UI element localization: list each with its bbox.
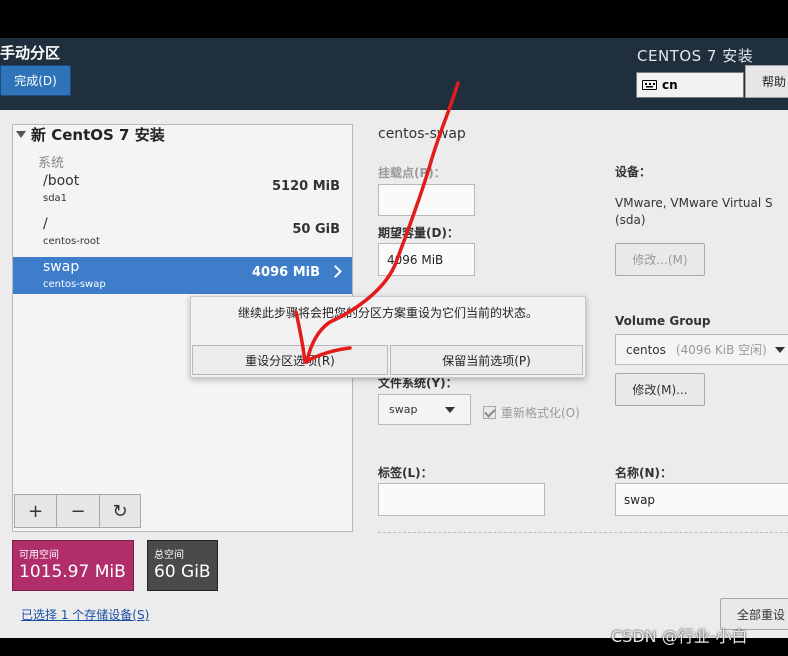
- checkbox-checked-icon: [483, 406, 496, 419]
- total-space-value: 60 GiB: [154, 562, 211, 582]
- partition-size: 50 GiB: [292, 222, 340, 237]
- product-title: CENTOS 7 安装: [637, 47, 754, 65]
- partition-size: 5120 MiB: [271, 179, 340, 194]
- chevron-down-icon: [774, 346, 785, 353]
- partition-size: 4096 MiB: [251, 265, 320, 280]
- partition-device: centos-root: [43, 236, 100, 247]
- keyboard-icon: [642, 80, 657, 90]
- volume-group-label: Volume Group: [615, 314, 711, 328]
- reformat-checkbox[interactable]: 重新格式化(O): [483, 404, 580, 421]
- partition-row-root[interactable]: / centos-root 50 GiB: [13, 214, 352, 254]
- partition-device: centos-swap: [43, 279, 106, 290]
- reset-confirm-dialog: 继续此步骤将会把您的分区方案重设为它们当前的状态。 重设分区选项(R) 保留当前…: [190, 296, 586, 378]
- available-space-box: 可用空间 1015.97 MiB: [12, 540, 134, 591]
- keep-current-button[interactable]: 保留当前选项(P): [390, 345, 583, 375]
- device-label: 设备：: [615, 165, 652, 179]
- name-input[interactable]: swap: [615, 483, 788, 516]
- system-group-label: 系统: [38, 156, 65, 171]
- device-value-line: VMware, VMware Virtual S: [615, 196, 773, 210]
- available-space-label: 可用空间: [19, 550, 59, 561]
- refresh-button[interactable]: ↻: [100, 494, 141, 528]
- chevron-right-icon: [329, 265, 342, 278]
- partition-row-swap[interactable]: swap centos-swap 4096 MiB: [13, 257, 352, 294]
- modify-volume-group-button[interactable]: 修改(M)...: [615, 373, 705, 406]
- filesystem-select[interactable]: swap: [378, 394, 471, 425]
- volume-group-free: (4096 KiB 空闲): [675, 343, 767, 357]
- reset-partitions-button[interactable]: 重设分区选项(R): [192, 345, 388, 375]
- volume-group-name: centos: [626, 342, 666, 357]
- partition-row-boot[interactable]: /boot sda1 5120 MiB: [13, 171, 352, 211]
- label-input[interactable]: [378, 483, 545, 516]
- reformat-label: 重新格式化(O): [501, 406, 580, 420]
- keyboard-layout-value: cn: [662, 78, 678, 92]
- divider: [378, 532, 788, 533]
- label-field-label: 标签(L)：: [378, 466, 433, 480]
- add-partition-button[interactable]: +: [14, 494, 57, 528]
- page-title: 手动分区: [0, 44, 61, 62]
- help-button[interactable]: 帮助: [745, 65, 788, 98]
- name-field-label: 名称(N)：: [615, 466, 673, 480]
- capacity-input[interactable]: 4096 MiB: [378, 243, 475, 276]
- expand-triangle-icon: [16, 131, 26, 138]
- total-space-box: 总空间 60 GiB: [147, 540, 218, 591]
- partition-mount: swap: [43, 259, 80, 275]
- partition-toolbar: + − ↻: [14, 494, 141, 528]
- selected-storage-link[interactable]: 已选择 1 个存储设备(S): [21, 606, 149, 623]
- dialog-message: 继续此步骤将会把您的分区方案重设为它们当前的状态。: [237, 306, 538, 320]
- remove-partition-button[interactable]: −: [57, 494, 100, 528]
- modify-device-button[interactable]: 修改...(M): [615, 243, 705, 276]
- partition-device: sda1: [43, 193, 68, 204]
- total-space-label: 总空间: [154, 550, 184, 561]
- capacity-label: 期望容量(D)：: [378, 226, 459, 240]
- watermark: CSDN @行业-小白: [611, 627, 748, 646]
- device-value: VMware, VMware Virtual S (sda): [615, 195, 773, 229]
- chevron-down-icon: [445, 406, 456, 413]
- keyboard-layout-indicator[interactable]: cn: [636, 72, 744, 98]
- install-group-title: 新 CentOS 7 安装: [31, 126, 165, 144]
- done-button[interactable]: 完成(D): [0, 65, 71, 96]
- partition-mount: /: [43, 216, 48, 232]
- install-group-header[interactable]: 新 CentOS 7 安装: [16, 124, 165, 145]
- mount-point-input[interactable]: [378, 184, 475, 216]
- mount-point-label: 挂载点(P)：: [378, 166, 446, 180]
- volume-group-select[interactable]: centos (4096 KiB 空闲): [615, 334, 788, 365]
- detail-title: centos-swap: [378, 126, 466, 142]
- available-space-value: 1015.97 MiB: [19, 562, 126, 582]
- filesystem-value: swap: [389, 403, 418, 416]
- device-value-line: (sda): [615, 213, 646, 227]
- partition-mount: /boot: [43, 173, 80, 189]
